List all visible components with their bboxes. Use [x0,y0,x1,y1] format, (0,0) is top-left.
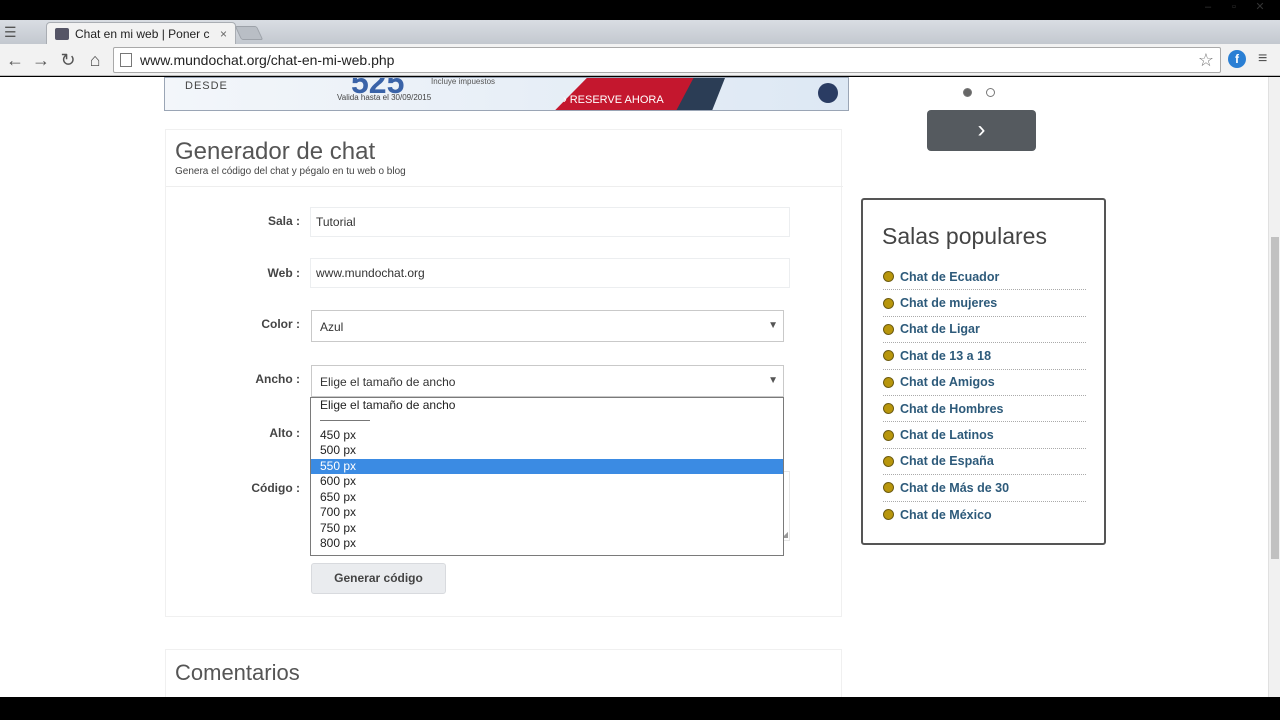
chevron-down-icon: ▼ [768,375,778,386]
color-select-value: Azul [320,320,344,334]
reserve-button[interactable]: › RESERVE AHORA [563,94,664,106]
maximize-button[interactable]: ▫ [1224,0,1244,14]
app-menu-icon[interactable]: ☰ [4,23,34,41]
bullet-icon [883,323,894,335]
banner-desde: DESDE [185,80,228,92]
extension-icon[interactable]: f [1228,50,1246,68]
bottom-letterbox [0,697,1280,720]
tab-chat-en-mi-web[interactable]: Chat en mi web | Poner c × [46,22,236,44]
room-link[interactable]: Chat de España [883,449,1086,476]
url-text: www.mundochat.org/chat-en-mi-web.php [140,52,395,68]
ad-banner[interactable]: DESDE 525 Incluye impuestos Valida hasta… [164,77,849,111]
dropdown-option[interactable]: 450 px [311,428,783,444]
generate-code-button[interactable]: Generar código [311,563,446,594]
tab-title: Chat en mi web | Poner c [75,26,210,41]
reload-icon[interactable]: ↻ [57,49,79,71]
sala-label: Sala : [267,214,300,228]
room-link[interactable]: Chat de Ecuador [883,264,1086,291]
dropdown-option[interactable]: 700 px [311,505,783,521]
page-viewport: DESDE 525 Incluye impuestos Valida hasta… [0,77,1280,697]
room-link[interactable]: Chat de Más de 30 [883,475,1086,502]
color-select[interactable]: Azul ▼ [311,310,784,342]
chat-favicon-icon [55,27,69,40]
dropdown-option[interactable]: 800 px [311,536,783,552]
close-window-button[interactable]: ✕ [1250,0,1270,14]
bullet-icon [883,376,894,388]
scrollbar-thumb[interactable] [1271,237,1279,559]
ancho-select[interactable]: Elige el tamaño de ancho ▼ [311,365,784,397]
carousel-dot-2[interactable] [986,88,995,97]
room-link[interactable]: Chat de México [883,502,1086,528]
room-link[interactable]: Chat de Ligar [883,317,1086,344]
room-link[interactable]: Chat de Amigos [883,370,1086,396]
airline-logo-icon [818,83,838,103]
window-titlebar: – ▫ ✕ [0,0,1280,20]
dropdown-option-placeholder[interactable]: Elige el tamaño de ancho [311,398,783,414]
room-link[interactable]: Chat de mujeres [883,290,1086,317]
tab-strip: ☰ Chat en mi web | Poner c × [0,20,1280,44]
codigo-label: Código : [251,481,300,495]
color-label: Color : [261,317,300,331]
browser-menu-icon[interactable]: ≡ [1258,50,1274,68]
banner-validity: Valida hasta el 30/09/2015 [337,93,432,102]
banner-tax-note: Incluye impuestos [431,77,496,86]
room-link[interactable]: Chat de Hombres [883,396,1086,423]
generator-title: Generador de chat [175,138,376,165]
divider [166,186,843,187]
bullet-icon [883,455,894,467]
browser-toolbar: ← → ↻ ⌂ www.mundochat.org/chat-en-mi-web… [0,44,1280,76]
bullet-icon [883,509,894,521]
alto-label: Alto : [269,426,300,440]
chevron-down-icon: ▼ [768,320,778,331]
bullet-icon [883,271,894,283]
bullet-icon [883,350,894,362]
carousel-dots [963,88,995,97]
new-tab-button[interactable] [234,26,264,40]
dropdown-option[interactable]: 750 px [311,521,783,537]
room-link[interactable]: Chat de 13 a 18 [883,343,1086,370]
sala-input[interactable]: Tutorial [310,207,790,237]
ancho-select-value: Elige el tamaño de ancho [320,375,456,389]
home-icon[interactable]: ⌂ [84,49,106,71]
back-icon[interactable]: ← [4,49,26,71]
bullet-icon [883,403,894,415]
bullet-icon [883,429,894,441]
carousel-dot-1[interactable] [963,88,972,97]
address-bar[interactable]: www.mundochat.org/chat-en-mi-web.php ☆ [113,47,1221,73]
web-input[interactable]: www.mundochat.org [310,258,790,288]
dropdown-option[interactable]: 650 px [311,490,783,506]
comments-panel: Comentarios [165,649,842,697]
tab-close-icon[interactable]: × [220,27,227,41]
dropdown-option[interactable]: 600 px [311,474,783,490]
window-controls: – ▫ ✕ [1198,0,1270,14]
generator-subtitle: Genera el código del chat y pégalo en tu… [175,166,406,177]
page-scrollbar[interactable] [1268,77,1280,697]
dropdown-option-selected[interactable]: 550 px [311,458,783,474]
forward-icon[interactable]: → [30,49,52,71]
minimize-button[interactable]: – [1198,0,1218,14]
room-link[interactable]: Chat de Latinos [883,422,1086,449]
ancho-label: Ancho : [255,372,300,386]
page-icon [120,53,132,67]
dropdown-option[interactable]: 500 px [311,443,783,459]
bullet-icon [883,482,894,494]
dropdown-separator [320,407,370,421]
comments-title: Comentarios [175,660,300,685]
web-label: Web : [267,266,300,280]
popular-rooms-box: Salas populares Chat de Ecuador Chat de … [861,198,1106,545]
bookmark-star-icon[interactable]: ☆ [1198,50,1214,71]
popular-rooms-list: Chat de Ecuador Chat de mujeres Chat de … [883,264,1086,528]
carousel-next-button[interactable]: › [927,110,1036,151]
bullet-icon [883,297,894,309]
popular-rooms-title: Salas populares [882,223,1047,249]
ancho-dropdown-list: Elige el tamaño de ancho 450 px 500 px 5… [310,397,784,556]
